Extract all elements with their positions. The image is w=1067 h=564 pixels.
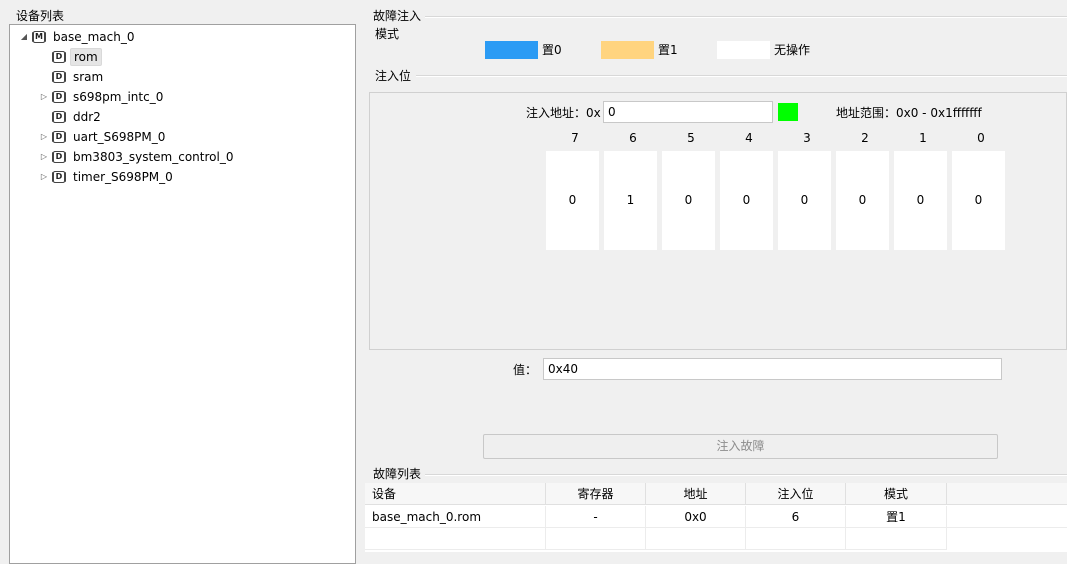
device-chip-icon: D xyxy=(53,171,65,183)
tree-item-uart[interactable]: ▷ D uart_S698PM_0 xyxy=(39,127,168,147)
legend-label-noop: 无操作 xyxy=(774,43,811,57)
table-empty-cell xyxy=(646,528,746,550)
table-empty-cell xyxy=(546,528,646,550)
tree-root-base-mach[interactable]: ◢ M base_mach_0 xyxy=(19,27,138,47)
bit-cell-3[interactable]: 0 xyxy=(778,151,831,250)
table-empty-cell xyxy=(365,528,546,550)
legend-label-set0: 置0 xyxy=(542,43,562,57)
bit-label-5: 5 xyxy=(687,131,695,145)
table-cell-register[interactable]: - xyxy=(546,506,646,528)
fault-list-divider xyxy=(424,474,1067,476)
device-chip-icon: D xyxy=(53,51,65,63)
bit-label-0: 0 xyxy=(977,131,985,145)
machine-chip-icon: M xyxy=(33,31,45,43)
column-header-filler xyxy=(947,483,1067,505)
bit-cell-1[interactable]: 0 xyxy=(894,151,947,250)
table-empty-cell xyxy=(846,528,947,550)
device-chip-icon: D xyxy=(53,91,65,103)
tree-item-label: uart_S698PM_0 xyxy=(73,130,166,144)
bit-label-6: 6 xyxy=(629,131,637,145)
bit-label-3: 3 xyxy=(803,131,811,145)
inject-fault-button[interactable]: 注入故障 xyxy=(483,434,998,459)
fault-list-table[interactable]: 设备 寄存器 地址 注入位 模式 base_mach_0.rom - 0x0 6… xyxy=(365,483,1067,552)
table-cell-device[interactable]: base_mach_0.rom xyxy=(365,506,546,528)
column-header-register[interactable]: 寄存器 xyxy=(546,483,646,505)
address-valid-indicator xyxy=(778,103,798,121)
table-empty-cell xyxy=(746,528,846,550)
legend-label-set1: 置1 xyxy=(658,43,678,57)
device-chip-icon: D xyxy=(53,71,65,83)
tree-item-ddr2[interactable]: D ddr2 xyxy=(39,107,104,127)
bits-title: 注入位 xyxy=(375,69,416,83)
column-header-mode[interactable]: 模式 xyxy=(846,483,947,505)
tree-item-s698pm-intc[interactable]: ▷ D s698pm_intc_0 xyxy=(39,87,166,107)
legend-swatch-set0 xyxy=(485,41,538,59)
table-cell-mode[interactable]: 置1 xyxy=(846,506,947,528)
device-chip-icon: D xyxy=(53,131,65,143)
expand-arrow-icon[interactable]: ▷ xyxy=(39,87,49,107)
device-list-title: 设备列表 xyxy=(16,9,69,23)
bit-cell-7[interactable]: 0 xyxy=(546,151,599,250)
bit-cell-2[interactable]: 0 xyxy=(836,151,889,250)
bit-label-4: 4 xyxy=(745,131,753,145)
bit-label-2: 2 xyxy=(861,131,869,145)
tree-item-label: rom xyxy=(70,48,102,66)
tree-item-sram[interactable]: D sram xyxy=(39,67,106,87)
device-tree[interactable]: ◢ M base_mach_0 D rom D sram ▷ D s698pm_… xyxy=(9,24,356,564)
tree-item-label: timer_S698PM_0 xyxy=(73,170,173,184)
bit-cell-4[interactable]: 0 xyxy=(720,151,773,250)
legend-swatch-set1 xyxy=(601,41,654,59)
table-cell-filler xyxy=(947,506,1067,528)
column-header-device[interactable]: 设备 xyxy=(365,483,546,505)
bits-divider xyxy=(416,75,1067,77)
device-chip-icon: D xyxy=(53,151,65,163)
value-label: 值： xyxy=(513,363,538,377)
tree-item-label: sram xyxy=(73,70,104,84)
legend-swatch-noop xyxy=(717,41,770,59)
tree-item-label: ddr2 xyxy=(73,110,101,124)
expand-arrow-icon[interactable]: ▷ xyxy=(39,147,49,167)
tree-item-label: bm3803_system_control_0 xyxy=(73,150,234,164)
bit-cell-5[interactable]: 0 xyxy=(662,151,715,250)
value-input[interactable]: 0x40 xyxy=(543,358,1002,380)
bit-label-7: 7 xyxy=(571,131,579,145)
column-header-bit[interactable]: 注入位 xyxy=(746,483,846,505)
column-header-address[interactable]: 地址 xyxy=(646,483,746,505)
tree-item-rom[interactable]: D rom xyxy=(39,47,102,67)
tree-item-timer[interactable]: ▷ D timer_S698PM_0 xyxy=(39,167,176,187)
bit-cell-0[interactable]: 0 xyxy=(952,151,1005,250)
table-cell-address[interactable]: 0x0 xyxy=(646,506,746,528)
tree-item-label: s698pm_intc_0 xyxy=(73,90,164,104)
table-cell-bit[interactable]: 6 xyxy=(746,506,846,528)
mode-title: 模式 xyxy=(375,27,404,41)
address-range: 地址范围：0x0 - 0x1fffffff xyxy=(836,106,982,120)
expand-arrow-icon[interactable]: ▷ xyxy=(39,127,49,147)
device-chip-icon: D xyxy=(53,111,65,123)
tree-item-bm3803[interactable]: ▷ D bm3803_system_control_0 xyxy=(39,147,236,167)
tree-root-label: base_mach_0 xyxy=(53,30,135,44)
address-label: 注入地址：0x xyxy=(526,106,601,120)
fault-injection-divider xyxy=(420,16,1067,18)
collapse-arrow-icon[interactable]: ◢ xyxy=(19,27,29,47)
expand-arrow-icon[interactable]: ▷ xyxy=(39,167,49,187)
fault-injection-title: 故障注入 xyxy=(373,9,426,23)
bit-cell-6[interactable]: 1 xyxy=(604,151,657,250)
address-input[interactable]: 0 xyxy=(603,101,773,123)
fault-list-title: 故障列表 xyxy=(373,467,426,481)
bit-label-1: 1 xyxy=(919,131,927,145)
